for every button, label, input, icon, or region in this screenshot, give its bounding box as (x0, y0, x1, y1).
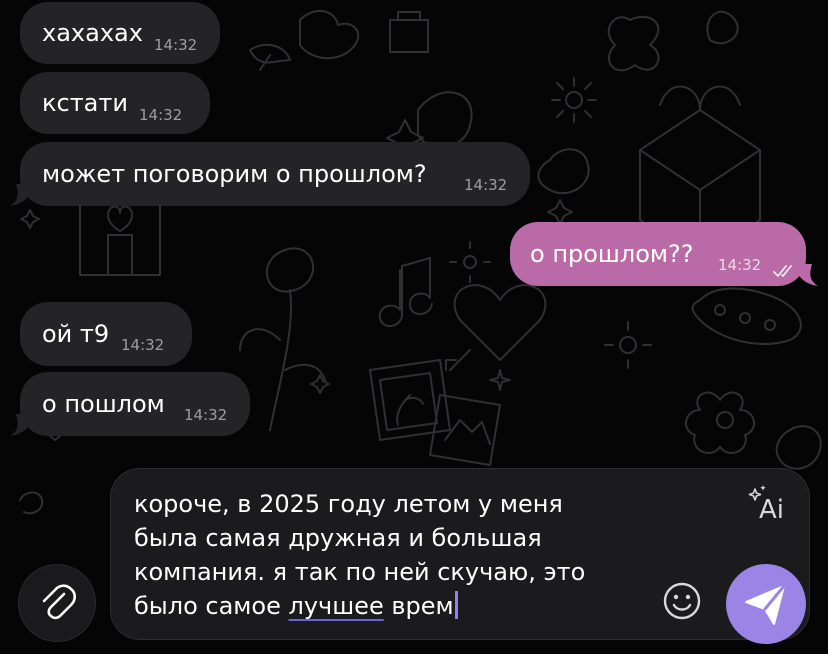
message-time: 14:32 (184, 406, 228, 424)
ai-button[interactable]: Ai (743, 483, 791, 531)
message-incoming[interactable]: может поговорим о прошлом? 14:32 (20, 142, 530, 206)
paperclip-icon (37, 582, 79, 624)
text-caret (454, 591, 458, 619)
composer-text-segment: было самое (134, 592, 289, 620)
message-text: может поговорим о прошлом? (42, 160, 427, 188)
message-incoming[interactable]: кстати 14:32 (20, 72, 210, 134)
send-arrow-icon (745, 584, 786, 625)
attach-button[interactable] (18, 564, 96, 642)
message-time: 14:32 (718, 256, 762, 274)
emoji-icon (663, 582, 701, 620)
message-text: кстати (42, 89, 128, 117)
send-button[interactable] (726, 564, 806, 644)
message-composer[interactable]: короче, в 2025 году летом у меня была са… (110, 468, 810, 640)
message-incoming[interactable]: о пошлом 14:32 (20, 372, 250, 436)
message-input[interactable]: короче, в 2025 году летом у меня была са… (134, 487, 694, 623)
emoji-button[interactable] (661, 580, 703, 622)
chat-screen: хахахах 14:32 кстати 14:32 может поговор… (0, 0, 828, 654)
composer-text-line: короче, в 2025 году летом у меня (134, 490, 563, 518)
message-text: о прошлом?? (530, 240, 694, 268)
message-incoming[interactable]: хахахах 14:32 (20, 2, 220, 64)
composer-text-line: было самое лучшее врем (134, 589, 694, 623)
message-time: 14:32 (121, 336, 165, 354)
message-text: о пошлом (42, 390, 165, 418)
message-incoming[interactable]: ой т9 14:32 (20, 302, 192, 366)
spellcheck-underlined-word[interactable]: лучшее (289, 592, 384, 620)
message-time: 14:32 (464, 176, 508, 194)
message-time: 14:32 (154, 36, 198, 54)
ai-label: Ai (759, 495, 785, 525)
message-text: ой т9 (42, 320, 110, 348)
message-time: 14:32 (139, 106, 183, 124)
composer-text-line: компания. я так по ней скучаю, это (134, 558, 586, 586)
composer-text-line: была самая дружная и большая (134, 524, 542, 552)
message-outgoing[interactable]: о прошлом?? 14:32 (510, 222, 806, 286)
composer-text-segment: врем (383, 592, 454, 620)
message-text: хахахах (42, 19, 143, 47)
double-check-icon (772, 256, 796, 277)
